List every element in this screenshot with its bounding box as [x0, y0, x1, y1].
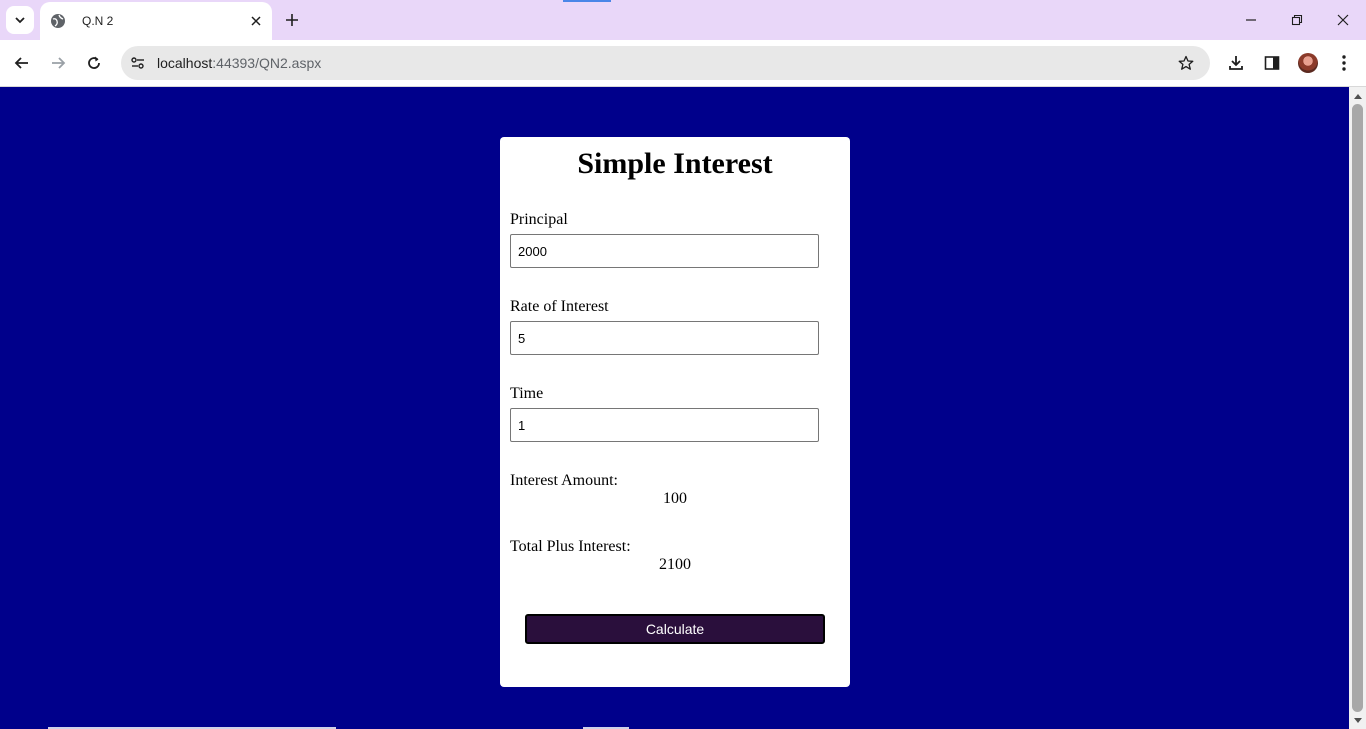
side-panel-button[interactable] [1260, 51, 1284, 75]
scroll-thumb[interactable] [1352, 104, 1363, 712]
downloads-button[interactable] [1224, 51, 1248, 75]
menu-button[interactable] [1332, 51, 1356, 75]
new-tab-button[interactable] [280, 8, 304, 32]
side-panel-icon [1264, 56, 1280, 70]
url-host: localhost [157, 55, 213, 71]
chevron-down-icon [15, 17, 25, 24]
principal-input[interactable] [510, 234, 819, 268]
restore-button[interactable] [1275, 4, 1319, 36]
scroll-down-arrow-icon[interactable] [1349, 712, 1366, 729]
page-scrollbar[interactable] [1349, 87, 1366, 729]
window-close-button[interactable] [1321, 4, 1365, 36]
bookmark-star-icon[interactable] [1174, 51, 1198, 75]
browser-tab[interactable]: Q.N 2 [40, 2, 272, 40]
tab-strip: Q.N 2 [0, 0, 1366, 40]
restore-icon [1291, 14, 1303, 26]
url-path: :44393/QN2.aspx [212, 55, 322, 71]
plus-icon [286, 14, 298, 26]
url-text: localhost:44393/QN2.aspx [157, 55, 1174, 71]
rate-input[interactable] [510, 321, 819, 355]
total-label: Total Plus Interest: [510, 538, 631, 555]
calculate-button[interactable]: Calculate [525, 614, 825, 644]
arrow-left-icon [14, 57, 28, 69]
close-tab-icon[interactable] [246, 11, 266, 31]
reload-button[interactable] [80, 49, 108, 77]
close-icon [1337, 14, 1349, 26]
minimize-icon [1246, 19, 1256, 21]
principal-label: Principal [510, 211, 568, 228]
back-button[interactable] [8, 49, 36, 77]
scroll-up-arrow-icon[interactable] [1349, 87, 1366, 104]
time-label: Time [510, 385, 544, 402]
more-vert-icon [1342, 55, 1346, 71]
reload-icon [88, 56, 100, 69]
profile-avatar[interactable] [1298, 53, 1318, 73]
page-title: Simple Interest [577, 147, 773, 180]
download-icon [1229, 56, 1243, 70]
globe-icon [50, 13, 66, 29]
total-value: 2100 [659, 556, 691, 573]
browser-toolbar: localhost:44393/QN2.aspx [0, 40, 1366, 87]
tab-indicator [563, 0, 611, 2]
forward-button[interactable] [44, 49, 72, 77]
interest-amount-value: 100 [663, 490, 687, 507]
time-input[interactable] [510, 408, 819, 442]
interest-form-card: Simple Interest Principal Rate of Intere… [500, 137, 850, 687]
tab-search-button[interactable] [6, 6, 34, 34]
minimize-button[interactable] [1229, 4, 1273, 36]
tab-title: Q.N 2 [82, 14, 114, 28]
rate-label: Rate of Interest [510, 298, 609, 315]
interest-amount-label: Interest Amount: [510, 472, 618, 489]
arrow-right-icon [52, 57, 66, 69]
address-bar[interactable]: localhost:44393/QN2.aspx [121, 46, 1210, 80]
site-settings-icon[interactable] [128, 53, 148, 73]
